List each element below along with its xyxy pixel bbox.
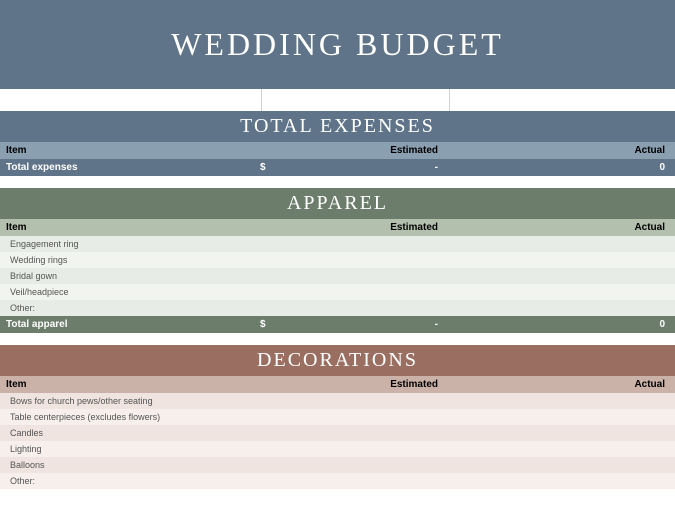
item-estimated[interactable] (260, 255, 448, 265)
table-row[interactable]: Balloons (0, 457, 675, 473)
item-estimated[interactable] (260, 396, 448, 406)
item-label: Other: (0, 303, 260, 313)
total-actual: 0 (448, 319, 675, 330)
item-label: Candles (0, 428, 260, 438)
total-estimated: - (288, 319, 448, 330)
total-label: Total expenses (0, 162, 260, 173)
table-row[interactable]: Lighting (0, 441, 675, 457)
item-actual[interactable] (448, 476, 675, 486)
table-row[interactable]: Engagement ring (0, 236, 675, 252)
item-actual[interactable] (448, 444, 675, 454)
table-row[interactable]: Candles (0, 425, 675, 441)
item-label: Veil/headpiece (0, 287, 260, 297)
item-label: Balloons (0, 460, 260, 470)
grid-separator (0, 89, 675, 111)
total-currency: $ (260, 162, 288, 173)
item-label: Lighting (0, 444, 260, 454)
item-actual[interactable] (448, 239, 675, 249)
item-label: Other: (0, 476, 260, 486)
table-row[interactable]: Other: (0, 300, 675, 316)
column-header-row: Item Estimated Actual (0, 142, 675, 159)
item-estimated[interactable] (260, 287, 448, 297)
col-header-actual: Actual (448, 145, 675, 156)
total-actual: 0 (448, 162, 675, 173)
total-expenses-row: Total expenses $ - 0 (0, 159, 675, 176)
item-actual[interactable] (448, 255, 675, 265)
item-estimated[interactable] (260, 303, 448, 313)
column-header-row: Item Estimated Actual (0, 219, 675, 236)
item-actual[interactable] (448, 412, 675, 422)
item-label: Engagement ring (0, 239, 260, 249)
col-header-item: Item (0, 222, 260, 233)
table-row[interactable]: Table centerpieces (excludes flowers) (0, 409, 675, 425)
item-actual[interactable] (448, 396, 675, 406)
total-currency: $ (260, 319, 288, 330)
table-row[interactable]: Bridal gown (0, 268, 675, 284)
item-actual[interactable] (448, 428, 675, 438)
item-label: Bridal gown (0, 271, 260, 281)
item-label: Wedding rings (0, 255, 260, 265)
item-label: Bows for church pews/other seating (0, 396, 260, 406)
section-header-decorations: DECORATIONS (0, 345, 675, 376)
item-estimated[interactable] (260, 444, 448, 454)
table-row[interactable]: Bows for church pews/other seating (0, 393, 675, 409)
item-actual[interactable] (448, 460, 675, 470)
total-estimated: - (288, 162, 448, 173)
total-apparel-row: Total apparel $ - 0 (0, 316, 675, 333)
item-estimated[interactable] (260, 460, 448, 470)
page-title: WEDDING BUDGET (0, 0, 675, 89)
table-row[interactable]: Wedding rings (0, 252, 675, 268)
col-header-actual: Actual (448, 379, 675, 390)
item-estimated[interactable] (260, 412, 448, 422)
col-header-item: Item (0, 145, 260, 156)
section-header-apparel: APPAREL (0, 188, 675, 219)
col-header-estimated: Estimated (260, 222, 448, 233)
col-header-actual: Actual (448, 222, 675, 233)
item-actual[interactable] (448, 271, 675, 281)
col-header-estimated: Estimated (260, 379, 448, 390)
table-row[interactable]: Veil/headpiece (0, 284, 675, 300)
table-row[interactable]: Other: (0, 473, 675, 489)
item-estimated[interactable] (260, 428, 448, 438)
item-label: Table centerpieces (excludes flowers) (0, 412, 260, 422)
item-actual[interactable] (448, 303, 675, 313)
item-estimated[interactable] (260, 239, 448, 249)
col-header-estimated: Estimated (260, 145, 448, 156)
section-header-total-expenses: TOTAL EXPENSES (0, 111, 675, 142)
item-actual[interactable] (448, 287, 675, 297)
budget-document: WEDDING BUDGET TOTAL EXPENSES Item Estim… (0, 0, 675, 489)
col-header-item: Item (0, 379, 260, 390)
item-estimated[interactable] (260, 476, 448, 486)
column-header-row: Item Estimated Actual (0, 376, 675, 393)
total-label: Total apparel (0, 319, 260, 330)
item-estimated[interactable] (260, 271, 448, 281)
